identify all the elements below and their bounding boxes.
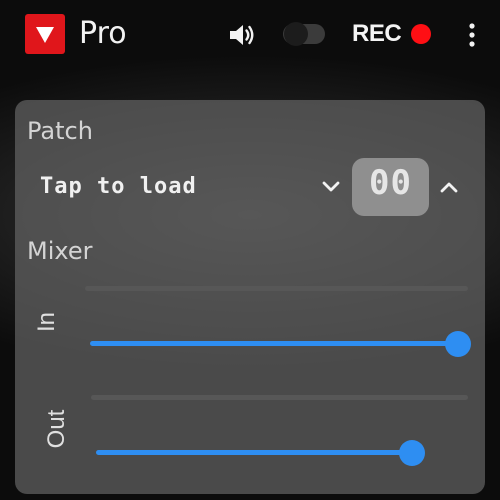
patch-label: Patch (27, 117, 93, 145)
toggle-knob (284, 22, 308, 46)
more-vert-icon[interactable] (467, 22, 477, 48)
rec-label[interactable]: REC (352, 20, 402, 48)
app-title: Pro (79, 16, 127, 51)
app-logo (25, 14, 65, 54)
out-channel-label: Out (43, 409, 70, 449)
out-slider-fill (96, 450, 413, 455)
mixer-label: Mixer (27, 237, 93, 265)
top-bar: Pro REC (0, 0, 500, 70)
chevron-up-icon[interactable] (438, 179, 460, 195)
patch-name-button[interactable]: Tap to load (40, 173, 197, 201)
out-level-meter (91, 395, 468, 400)
speaker-icon[interactable] (228, 22, 256, 48)
in-slider-track[interactable] (90, 341, 462, 346)
monitor-toggle[interactable] (283, 22, 325, 46)
chevron-down-icon[interactable] (320, 179, 342, 195)
in-level-meter (85, 286, 468, 291)
in-channel-label: In (33, 312, 60, 333)
in-slider-fill (90, 341, 459, 346)
rec-indicator[interactable] (411, 24, 431, 44)
logo-icon (36, 27, 54, 43)
patch-number-display[interactable]: 00 (352, 158, 429, 216)
